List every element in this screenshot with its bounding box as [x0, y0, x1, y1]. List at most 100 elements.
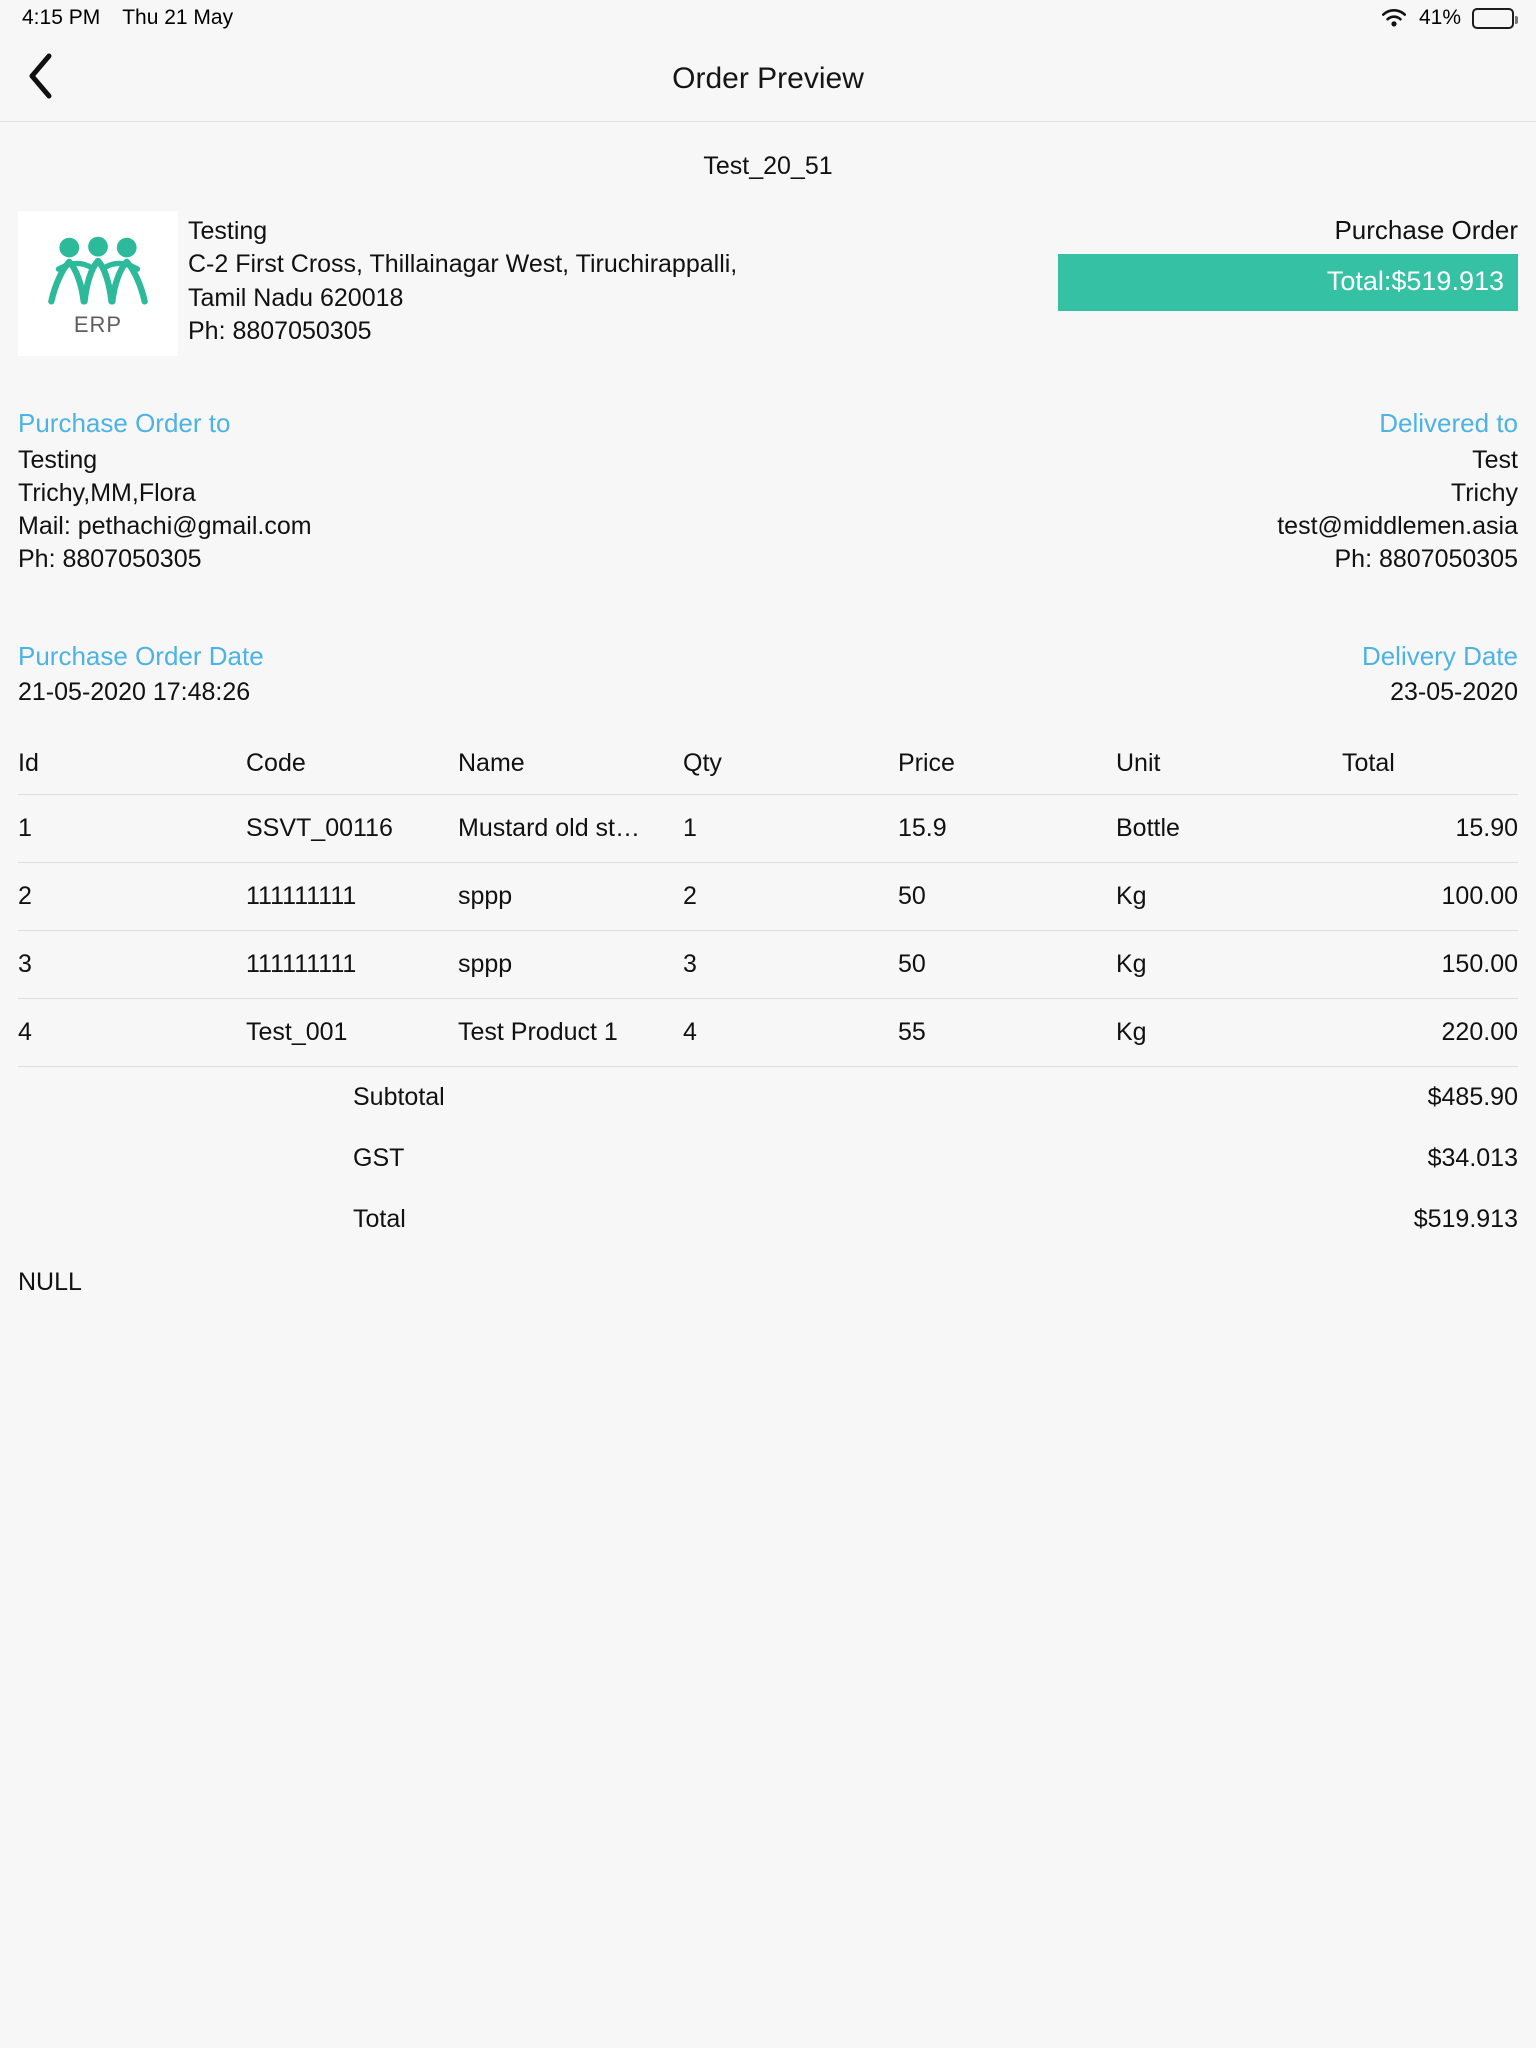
order-type-label: Purchase Order: [1334, 215, 1518, 245]
cell-code: Test_001: [246, 998, 458, 1067]
gst-value: $34.013: [1427, 1143, 1518, 1172]
cell-code: 111111111: [246, 930, 458, 999]
logo-text: ERP: [73, 312, 123, 337]
cell-unit: Kg: [1116, 998, 1342, 1067]
order-date-block: Purchase Order Date 21-05-2020 17:48:26: [18, 639, 264, 709]
wifi-icon: [1380, 8, 1408, 29]
deliver-to-heading: Delivered to: [1379, 408, 1518, 438]
chevron-left-icon: [25, 52, 55, 105]
footer-note: NULL: [18, 1267, 82, 1296]
cell-qty: 4: [683, 998, 898, 1067]
dates-section: Purchase Order Date 21-05-2020 17:48:26 …: [18, 577, 1518, 743]
cell-name: Mustard old st…: [458, 794, 683, 863]
cell-unit: Kg: [1116, 862, 1342, 931]
subtotal-label: Subtotal: [353, 1082, 445, 1111]
cell-qty: 3: [683, 930, 898, 999]
navigation-bar: Order Preview: [0, 36, 1536, 122]
cell-code: SSVT_00116: [246, 794, 458, 863]
header-code: Code: [246, 748, 306, 777]
table-header-row: Id Code Name Qty Price Unit Total: [18, 743, 1518, 795]
total-value: $519.913: [1413, 1204, 1518, 1233]
order-type-block: Purchase Order Total:$519.913: [1058, 211, 1518, 311]
bill-to-heading: Purchase Order to: [18, 408, 231, 438]
summary-row-total: Total $519.913: [18, 1189, 1518, 1250]
total-label: Total: [353, 1204, 406, 1233]
cell-id: 2: [18, 862, 246, 931]
order-preview-content: Test_20_51 ERP Testing C-2 First Cross, …: [0, 122, 1536, 1297]
bill-to-phone: Ph: 8807050305: [18, 545, 202, 574]
company-name: Testing: [188, 217, 268, 245]
back-button[interactable]: [16, 52, 64, 105]
deliver-to-phone: Ph: 8807050305: [1334, 545, 1518, 574]
cell-unit: Kg: [1116, 930, 1342, 999]
company-logo: ERP: [18, 211, 178, 356]
parties-section: Purchase Order to Testing Trichy,MM,Flor…: [18, 356, 1518, 577]
battery-percent-label: 41%: [1418, 6, 1461, 29]
status-bar-right: 41%: [1380, 6, 1518, 30]
cell-unit: Bottle: [1116, 794, 1342, 863]
order-date-value: 21-05-2020 17:48:26: [18, 677, 251, 706]
summary-row-gst: GST $34.013: [18, 1128, 1518, 1189]
order-reference: Test_20_51: [703, 152, 833, 180]
cell-total: 150.00: [1342, 930, 1518, 999]
header-id: Id: [18, 748, 39, 777]
status-bar: 4:15 PM Thu 21 May 41%: [0, 0, 1536, 36]
header-qty: Qty: [683, 748, 722, 777]
delivery-date-heading: Delivery Date: [1361, 640, 1518, 671]
bill-to-block: Purchase Order to Testing Trichy,MM,Flor…: [18, 406, 312, 577]
battery-icon: [1472, 7, 1518, 29]
cell-name: sppp: [458, 930, 683, 999]
header-name: Name: [458, 748, 525, 777]
summary-table: Subtotal $485.90 GST $34.013 Total $519.…: [18, 1067, 1518, 1250]
page-title: Order Preview: [672, 61, 864, 95]
cell-price: 15.9: [898, 794, 1116, 863]
company-address-line-1: C-2 First Cross, Thillainagar West, Tiru…: [188, 250, 738, 279]
order-total-badge: Total:$519.913: [1058, 254, 1518, 311]
cell-total: 220.00: [1342, 998, 1518, 1067]
bill-to-name: Testing: [18, 445, 98, 474]
cell-qty: 2: [683, 862, 898, 931]
delivery-date-block: Delivery Date 23-05-2020: [1362, 639, 1518, 709]
cell-qty: 1: [683, 794, 898, 863]
gst-label: GST: [353, 1143, 405, 1172]
deliver-to-name: Test: [1472, 445, 1518, 474]
cell-name: Test Product 1: [458, 998, 683, 1067]
cell-price: 50: [898, 930, 1116, 999]
status-time: 4:15 PM: [22, 6, 101, 29]
status-bar-left: 4:15 PM Thu 21 May: [22, 6, 233, 30]
cell-price: 50: [898, 862, 1116, 931]
delivery-date-value: 23-05-2020: [1390, 677, 1518, 706]
table-row[interactable]: 3 111111111 sppp 3 50 Kg 150.00: [18, 930, 1518, 999]
header-total: Total: [1342, 748, 1395, 777]
cell-price: 55: [898, 998, 1116, 1067]
summary-row-subtotal: Subtotal $485.90: [18, 1067, 1518, 1128]
header-unit: Unit: [1116, 748, 1161, 777]
bill-to-mail: Mail: pethachi@gmail.com: [18, 512, 312, 541]
company-info: Testing C-2 First Cross, Thillainagar We…: [178, 211, 737, 348]
table-row[interactable]: 2 111111111 sppp 2 50 Kg 100.00: [18, 862, 1518, 931]
people-group-icon: [44, 235, 152, 310]
cell-id: 3: [18, 930, 246, 999]
cell-code: 111111111: [246, 862, 458, 931]
cell-total: 15.90: [1342, 794, 1518, 863]
table-row[interactable]: 4 Test_001 Test Product 1 4 55 Kg 220.00: [18, 998, 1518, 1067]
cell-id: 1: [18, 794, 246, 863]
company-header-row: ERP Testing C-2 First Cross, Thillainaga…: [18, 203, 1518, 356]
cell-name: sppp: [458, 862, 683, 931]
cell-id: 4: [18, 998, 246, 1067]
deliver-to-address: Trichy: [1450, 478, 1518, 507]
company-address-line-2: Tamil Nadu 620018: [188, 283, 404, 312]
subtotal-value: $485.90: [1427, 1082, 1518, 1111]
line-items-table: Id Code Name Qty Price Unit Total 1 SSVT_…: [18, 743, 1518, 1067]
cell-total: 100.00: [1342, 862, 1518, 931]
table-row[interactable]: 1 SSVT_00116 Mustard old st… 1 15.9 Bottle 15.…: [18, 794, 1518, 863]
bill-to-address: Trichy,MM,Flora: [18, 478, 196, 507]
order-date-heading: Purchase Order Date: [18, 640, 264, 671]
header-price: Price: [898, 748, 955, 777]
status-date: Thu 21 May: [122, 6, 234, 29]
company-phone: Ph: 8807050305: [188, 316, 372, 345]
line-items-body: 1 SSVT_00116 Mustard old st… 1 15.9 Bottle 15.…: [18, 794, 1518, 1067]
line-items-header: Id Code Name Qty Price Unit Total: [18, 743, 1518, 795]
deliver-to-block: Delivered to Test Trichy test@middlemen.…: [1277, 406, 1518, 577]
deliver-to-mail: test@middlemen.asia: [1277, 512, 1518, 541]
